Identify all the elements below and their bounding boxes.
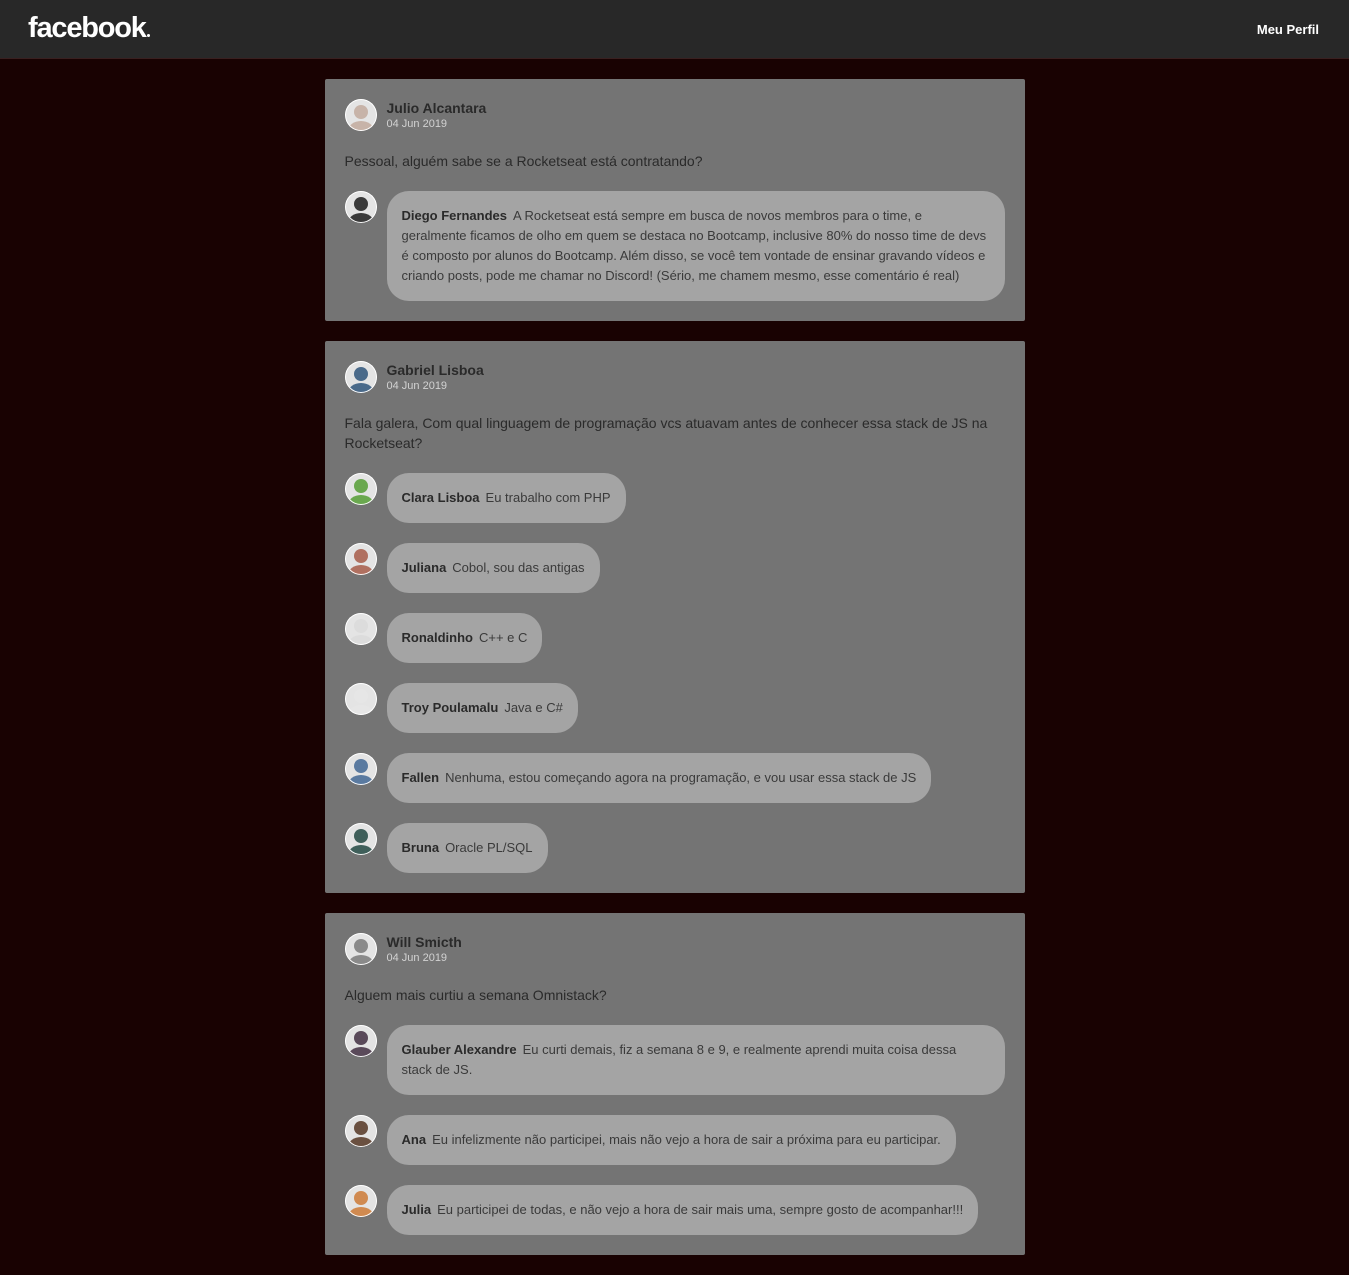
comment-author-name[interactable]: Glauber Alexandre xyxy=(402,1042,517,1057)
user-avatar-icon xyxy=(344,753,377,785)
comment-author-name[interactable]: Juliana xyxy=(402,560,447,575)
post-header: Gabriel Lisboa 04 Jun 2019 xyxy=(344,361,1005,393)
comment-list: Clara Lisboa Eu trabalho com PHP Juliana Co… xyxy=(344,473,1005,873)
post-date: 04 Jun 2019 xyxy=(386,952,448,964)
post-author-name[interactable]: Will Smicth xyxy=(387,934,462,951)
avatar[interactable] xyxy=(344,753,377,785)
comment: Juliana Cobol, sou das antigas xyxy=(344,543,1005,593)
post-author-name[interactable]: Julio Alcantara xyxy=(387,100,487,117)
post-date: 04 Jun 2019 xyxy=(386,118,448,130)
comment-text: Eu participei de todas, e não vejo a hor… xyxy=(437,1202,964,1217)
comment-bubble: Bruna Oracle PL/SQL xyxy=(386,823,548,873)
post-card: Will Smicth 04 Jun 2019 Alguem mais curtiu… xyxy=(324,913,1025,1255)
facebook-logo[interactable]: facebook xyxy=(28,13,150,43)
comment-bubble: Glauber Alexandre Eu curti demais, fiz a … xyxy=(386,1025,1005,1095)
user-avatar-icon xyxy=(344,613,377,645)
post-content: Fala galera, Com qual linguagem de progr… xyxy=(344,415,988,451)
comment-bubble: Julia Eu participei de todas, e não vejo … xyxy=(386,1185,979,1235)
post-content: Alguem mais curtiu a semana Omnistack? xyxy=(344,987,607,1003)
user-avatar-icon xyxy=(344,99,377,131)
comment-author-name[interactable]: Troy Poulamalu xyxy=(402,700,499,715)
user-avatar-icon xyxy=(344,1185,377,1217)
user-avatar-icon xyxy=(344,933,377,965)
avatar[interactable] xyxy=(344,543,377,575)
avatar[interactable] xyxy=(344,361,377,393)
post-card: Gabriel Lisboa 04 Jun 2019 Fala galera, Co… xyxy=(324,341,1025,893)
author-info: Julio Alcantara 04 Jun 2019 xyxy=(387,100,487,130)
avatar[interactable] xyxy=(344,1025,377,1057)
user-avatar-icon xyxy=(344,1025,377,1057)
comment-text: Nenhuma, estou começando agora na progra… xyxy=(445,770,917,785)
comment-bubble: Fallen Nenhuma, estou começando agora na … xyxy=(386,753,932,803)
comment: Diego Fernandes A Rocketseat está sempre … xyxy=(344,191,1005,301)
user-avatar-icon xyxy=(344,683,377,715)
comment-bubble: Diego Fernandes A Rocketseat está sempre … xyxy=(386,191,1005,301)
top-bar: facebook Meu Perfil xyxy=(0,0,1349,59)
comment-author-name[interactable]: Ana xyxy=(402,1132,427,1147)
comment-text: C++ e C xyxy=(479,630,528,645)
user-avatar-icon xyxy=(344,543,377,575)
author-info: Will Smicth 04 Jun 2019 xyxy=(387,934,462,964)
comment: Julia Eu participei de todas, e não vejo … xyxy=(344,1185,1005,1235)
comment-text: Java e C# xyxy=(504,700,563,715)
comment-text: Oracle PL/SQL xyxy=(445,840,533,855)
comment-list: Glauber Alexandre Eu curti demais, fiz a … xyxy=(344,1025,1005,1235)
comment-list: Diego Fernandes A Rocketseat está sempre … xyxy=(344,191,1005,301)
avatar[interactable] xyxy=(344,933,377,965)
comment-text: Eu trabalho com PHP xyxy=(485,490,611,505)
comment: Troy Poulamalu Java e C# xyxy=(344,683,1005,733)
comment: Ronaldinho C++ e C xyxy=(344,613,1005,663)
comment-text: Eu infelizmente não participei, mais não… xyxy=(432,1132,941,1147)
user-avatar-icon xyxy=(344,823,377,855)
comment-author-name[interactable]: Julia xyxy=(402,1202,432,1217)
avatar[interactable] xyxy=(344,683,377,715)
comment-bubble: Troy Poulamalu Java e C# xyxy=(386,683,578,733)
author-info: Gabriel Lisboa 04 Jun 2019 xyxy=(387,362,484,392)
comment: Ana Eu infelizmente não participei, mais … xyxy=(344,1115,1005,1165)
post-header: Will Smicth 04 Jun 2019 xyxy=(344,933,1005,965)
comment-author-name[interactable]: Bruna xyxy=(402,840,440,855)
avatar[interactable] xyxy=(344,1115,377,1147)
post-header: Julio Alcantara 04 Jun 2019 xyxy=(344,99,1005,131)
comment: Clara Lisboa Eu trabalho com PHP xyxy=(344,473,1005,523)
avatar[interactable] xyxy=(344,1185,377,1217)
comment-author-name[interactable]: Diego Fernandes xyxy=(402,208,507,223)
user-avatar-icon xyxy=(344,473,377,505)
post-content: Pessoal, alguém sabe se a Rocketseat est… xyxy=(344,153,703,169)
comment-bubble: Juliana Cobol, sou das antigas xyxy=(386,543,600,593)
post-author-name[interactable]: Gabriel Lisboa xyxy=(387,362,484,379)
post-date: 04 Jun 2019 xyxy=(386,380,448,392)
my-profile-link[interactable]: Meu Perfil xyxy=(1257,22,1319,37)
avatar[interactable] xyxy=(344,473,377,505)
avatar[interactable] xyxy=(344,823,377,855)
comment-text: Cobol, sou das antigas xyxy=(452,560,585,575)
avatar[interactable] xyxy=(344,191,377,223)
comment-author-name[interactable]: Ronaldinho xyxy=(402,630,474,645)
comment-bubble: Ana Eu infelizmente não participei, mais … xyxy=(386,1115,956,1165)
comment-author-name[interactable]: Clara Lisboa xyxy=(402,490,480,505)
post-feed: Julio Alcantara 04 Jun 2019 Pessoal, algué… xyxy=(324,79,1025,1255)
comment-bubble: Ronaldinho C++ e C xyxy=(386,613,543,663)
user-avatar-icon xyxy=(344,191,377,223)
comment: Bruna Oracle PL/SQL xyxy=(344,823,1005,873)
avatar[interactable] xyxy=(344,99,377,131)
user-avatar-icon xyxy=(344,361,377,393)
comment: Fallen Nenhuma, estou começando agora na … xyxy=(344,753,1005,803)
comment-bubble: Clara Lisboa Eu trabalho com PHP xyxy=(386,473,626,523)
comment: Glauber Alexandre Eu curti demais, fiz a … xyxy=(344,1025,1005,1095)
user-avatar-icon xyxy=(344,1115,377,1147)
comment-author-name[interactable]: Fallen xyxy=(402,770,440,785)
post-card: Julio Alcantara 04 Jun 2019 Pessoal, algué… xyxy=(324,79,1025,321)
avatar[interactable] xyxy=(344,613,377,645)
